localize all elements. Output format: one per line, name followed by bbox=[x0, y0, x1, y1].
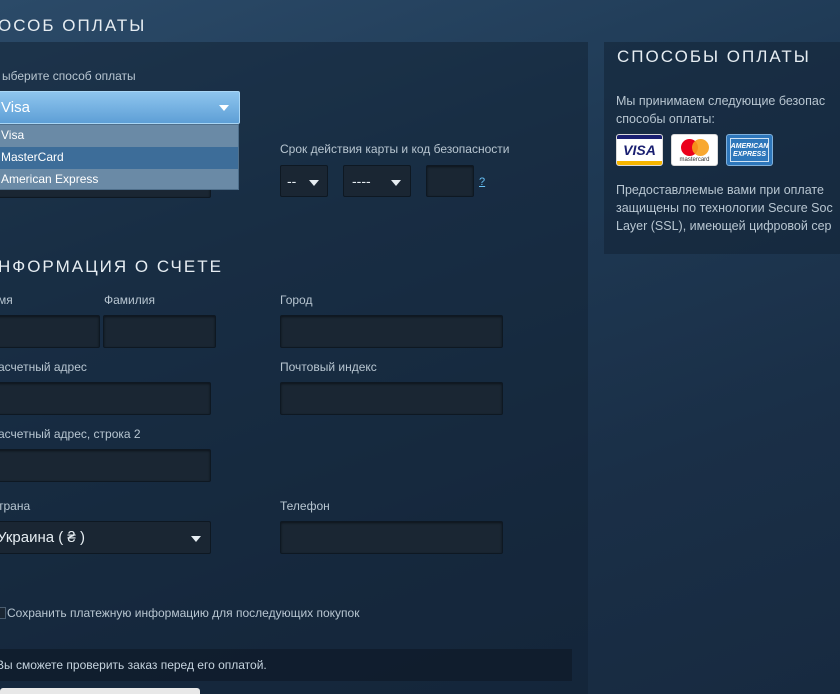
amex-logo-text-line1: AMERICAN bbox=[730, 143, 769, 150]
security-code-input[interactable] bbox=[426, 165, 474, 197]
country-select[interactable]: Украина ( ₴ ) bbox=[0, 521, 211, 554]
phone-input[interactable] bbox=[280, 521, 503, 554]
chevron-down-icon bbox=[191, 536, 201, 542]
city-label: Город bbox=[280, 293, 313, 307]
continue-button[interactable] bbox=[0, 688, 200, 694]
amex-logo-text-line2: EXPRESS bbox=[732, 151, 767, 158]
payment-method-select[interactable]: Visa bbox=[0, 91, 240, 124]
accepted-methods-text-line2: способы оплаты: bbox=[616, 112, 715, 126]
option-american-express[interactable]: American Express bbox=[0, 169, 238, 191]
review-order-notice: Вы сможете проверить заказ перед его опл… bbox=[0, 649, 572, 681]
save-payment-label[interactable]: Сохранить платежную информацию для после… bbox=[7, 606, 359, 620]
mastercard-logo: mastercard bbox=[671, 134, 718, 166]
ssl-text-line3: Layer (SSL), имеющей цифровой сер bbox=[616, 219, 832, 233]
last-name-label: Фамилия bbox=[104, 293, 155, 307]
review-order-notice-text: Вы сможете проверить заказ перед его опл… bbox=[0, 658, 267, 672]
expiry-year-value: ---- bbox=[352, 173, 371, 189]
security-code-help-link[interactable]: ? bbox=[479, 176, 485, 188]
save-payment-checkbox[interactable] bbox=[0, 607, 6, 619]
city-input[interactable] bbox=[280, 315, 503, 348]
payment-section-title: ОСОБ ОПЛАТЫ bbox=[0, 16, 147, 35]
visa-logo: VISA bbox=[616, 134, 663, 166]
expiry-label: Срок действия карты и код безопасности bbox=[280, 142, 510, 156]
payment-method-label: ыберите способ оплаты bbox=[2, 69, 136, 83]
accepted-methods-text-line1: Мы принимаем следующие безопас bbox=[616, 94, 826, 108]
option-visa[interactable]: Visa bbox=[0, 125, 238, 147]
zip-label: Почтовый индекс bbox=[280, 360, 377, 374]
payment-method-selected-value: Visa bbox=[1, 99, 30, 116]
expiry-year-select[interactable]: ---- bbox=[343, 165, 411, 197]
billing-address-input[interactable] bbox=[0, 382, 211, 415]
option-mastercard[interactable]: MasterCard bbox=[0, 147, 238, 169]
billing-address-label: асчетный адрес bbox=[0, 360, 87, 374]
last-name-input[interactable] bbox=[103, 315, 216, 348]
ssl-text-line2: защищены по технологии Secure Soc bbox=[616, 201, 833, 215]
payment-method-options: Visa MasterCard American Express bbox=[0, 124, 239, 190]
country-label: трана bbox=[0, 499, 31, 513]
chevron-down-icon bbox=[309, 180, 319, 186]
ssl-text-line1: Предоставляемые вами при оплате bbox=[616, 183, 824, 197]
visa-logo-text: VISA bbox=[623, 142, 656, 158]
expiry-month-select[interactable]: -- bbox=[280, 165, 328, 197]
sidebar-title: СПОСОБЫ ОПЛАТЫ bbox=[617, 47, 811, 66]
mastercard-logo-text: mastercard bbox=[679, 157, 710, 163]
chevron-down-icon bbox=[219, 105, 229, 111]
expiry-month-value: -- bbox=[287, 173, 297, 189]
country-select-value: Украина ( ₴ ) bbox=[0, 529, 85, 546]
billing-address2-input[interactable] bbox=[0, 449, 211, 482]
first-name-input[interactable] bbox=[0, 315, 100, 348]
first-name-label: мя bbox=[0, 293, 13, 307]
billing-section-title: НФОРМАЦИЯ О СЧЕТЕ bbox=[0, 257, 223, 276]
billing-address2-label: асчетный адрес, строка 2 bbox=[0, 427, 141, 441]
chevron-down-icon bbox=[391, 180, 401, 186]
zip-input[interactable] bbox=[280, 382, 503, 415]
amex-logo: AMERICAN EXPRESS bbox=[726, 134, 773, 166]
phone-label: Телефон bbox=[280, 499, 330, 513]
